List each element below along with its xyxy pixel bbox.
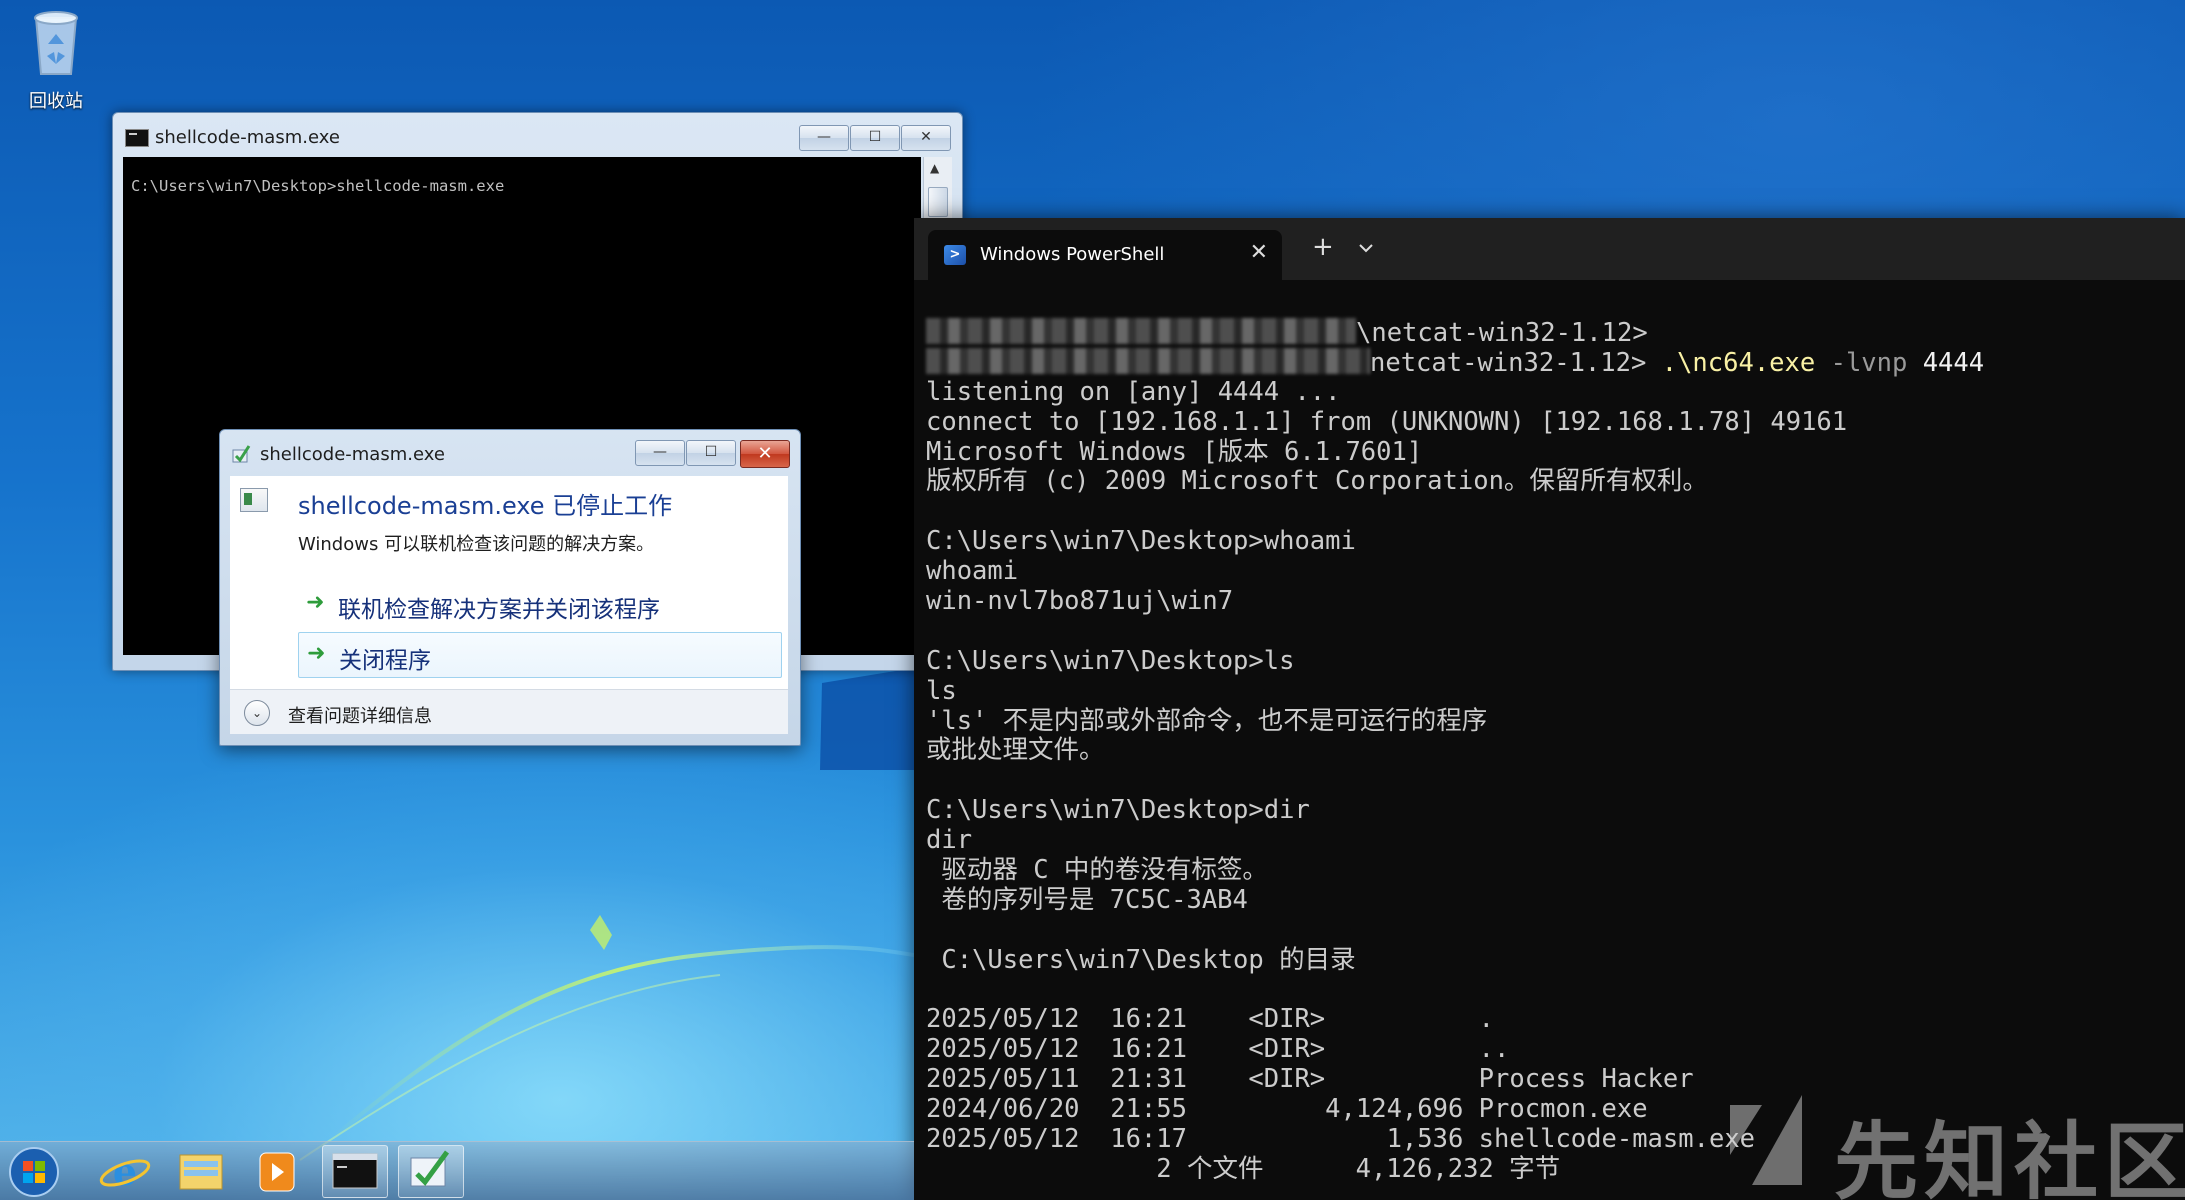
green-arrow-icon: ➜ xyxy=(307,641,326,666)
terminal-line: 2025/05/12 16:21 <DIR> . xyxy=(926,1004,1495,1035)
terminal-line: win-nvl7bo871uj\win7 xyxy=(926,586,1234,617)
terminal-line: C:\Users\win7\Desktop 的目录 xyxy=(926,944,1356,975)
terminal-line: 版权所有 (c) 2009 Microsoft Corporation。保留所有… xyxy=(926,466,1708,497)
view-details-link[interactable]: 查看问题详细信息 xyxy=(288,702,432,728)
terminal-line: whoami xyxy=(926,556,1019,587)
taskbar-media-player[interactable] xyxy=(244,1145,310,1198)
terminal-line: C:\Users\win7\Desktop>whoami xyxy=(926,526,1356,557)
cmd-icon xyxy=(332,1153,378,1189)
taskbar-program-compatibility[interactable] xyxy=(398,1145,464,1198)
cmd-console-line: C:\Users\win7\Desktop>shellcode-masm.exe xyxy=(131,177,505,195)
terminal-line: 驱动器 C 中的卷没有标签。 xyxy=(926,855,1268,886)
desktop: 回收站 shellcode-masm.exe — ☐ ✕ C:\Users\wi… xyxy=(0,0,2185,1200)
taskbar-cmd[interactable] xyxy=(322,1145,388,1198)
windows-start-orb-icon xyxy=(9,1147,59,1197)
scroll-thumb[interactable] xyxy=(928,187,948,217)
recycle-bin-icon xyxy=(34,11,78,75)
cmd-close-button[interactable]: ✕ xyxy=(901,125,951,151)
cmd-app-icon xyxy=(125,129,149,147)
green-arrow-icon: ➜ xyxy=(306,590,325,615)
recycle-bin[interactable]: 回收站 xyxy=(6,6,106,113)
close-program-label: 关闭程序 xyxy=(339,648,431,674)
app-window-icon xyxy=(240,488,268,512)
error-heading: shellcode-masm.exe 已停止工作 xyxy=(298,492,673,520)
terminal-line: 卷的序列号是 7C5C-3AB4 xyxy=(926,884,1248,915)
terminal-line: 或批处理文件。 xyxy=(926,735,1105,766)
windows-terminal[interactable]: > Windows PowerShell ✕ + \netcat-win32-1… xyxy=(914,218,2185,1200)
taskbar-internet-explorer[interactable]: e xyxy=(92,1145,158,1198)
taskbar-windows-explorer[interactable] xyxy=(168,1145,234,1198)
error-dialog-title: shellcode-masm.exe xyxy=(260,444,445,465)
watermark-text: 先知社区 xyxy=(1834,1113,2185,1200)
start-button[interactable] xyxy=(4,1145,70,1198)
chevron-down-icon[interactable]: ⌄ xyxy=(244,700,270,726)
new-tab-button[interactable]: + xyxy=(1312,232,1334,262)
terminal-line: 2025/05/12 16:21 <DIR> .. xyxy=(926,1034,1510,1065)
internet-explorer-icon: e xyxy=(99,1149,151,1194)
media-player-icon xyxy=(259,1152,295,1192)
error-dialog-footer: ⌄ 查看问题详细信息 xyxy=(230,689,788,734)
terminal-line: 'ls' 不是内部或外部命令，也不是可运行的程序 xyxy=(926,705,1488,736)
error-dialog[interactable]: shellcode-masm.exe — ☐ ✕ shellcode-masm.… xyxy=(219,429,801,746)
tab-close-icon[interactable]: ✕ xyxy=(1250,240,1268,265)
error-dialog-body: shellcode-masm.exe 已停止工作 Windows 可以联机检查该… xyxy=(230,476,788,689)
error-maximize-button[interactable]: ☐ xyxy=(686,440,736,466)
taskbar: e xyxy=(0,1141,914,1200)
svg-text:e: e xyxy=(113,1149,137,1194)
close-program-option[interactable]: ➜ 关闭程序 xyxy=(298,632,782,678)
error-close-button[interactable]: ✕ xyxy=(740,440,790,468)
terminal-line: netcat-win32-1.12> .\nc64.exe -lvnp 4444 xyxy=(926,347,2176,378)
cmd-maximize-button[interactable]: ☐ xyxy=(850,125,900,151)
tab-title: Windows PowerShell xyxy=(980,244,1165,265)
scroll-up-icon[interactable]: ▲ xyxy=(930,161,939,175)
cmd-titlebar[interactable]: shellcode-masm.exe — ☐ ✕ xyxy=(113,113,962,159)
terminal-line: C:\Users\win7\Desktop>ls xyxy=(926,645,1295,676)
redacted-path xyxy=(926,318,1356,344)
recycle-bin-label: 回收站 xyxy=(29,91,83,112)
watermark: 先知社区 xyxy=(1722,1085,2185,1200)
cmd-window-title: shellcode-masm.exe xyxy=(155,127,340,148)
terminal-line: connect to [192.168.1.1] from (UNKNOWN) … xyxy=(926,406,1848,437)
program-compatibility-icon xyxy=(232,445,251,463)
powershell-icon: > xyxy=(944,245,966,265)
chevron-down-icon[interactable] xyxy=(1356,238,1376,258)
terminal-line: Microsoft Windows [版本 6.1.7601] xyxy=(926,436,1423,467)
terminal-line: \netcat-win32-1.12> xyxy=(926,318,2176,348)
terminal-output[interactable]: \netcat-win32-1.12> netcat-win32-1.12> .… xyxy=(926,318,2176,1185)
check-online-option[interactable]: ➜ 联机检查解决方案并关闭该程序 xyxy=(298,582,782,628)
terminal-line: C:\Users\win7\Desktop>dir xyxy=(926,795,1310,826)
redacted-path xyxy=(926,347,1370,374)
check-online-label: 联机检查解决方案并关闭该程序 xyxy=(338,597,660,623)
error-message: Windows 可以联机检查该问题的解决方案。 xyxy=(298,534,655,555)
terminal-line: ls xyxy=(926,675,957,706)
tab-windows-powershell[interactable]: > Windows PowerShell ✕ xyxy=(928,230,1282,280)
terminal-line: dir xyxy=(926,825,973,856)
folder-icon xyxy=(179,1154,223,1190)
terminal-tabbar: > Windows PowerShell ✕ + xyxy=(914,218,2185,280)
program-compatibility-icon xyxy=(410,1150,450,1187)
error-minimize-button[interactable]: — xyxy=(635,440,685,466)
terminal-line: listening on [any] 4444 ... xyxy=(926,376,1341,407)
cmd-minimize-button[interactable]: — xyxy=(799,125,849,151)
watermark-logo-icon xyxy=(1730,1095,1802,1185)
